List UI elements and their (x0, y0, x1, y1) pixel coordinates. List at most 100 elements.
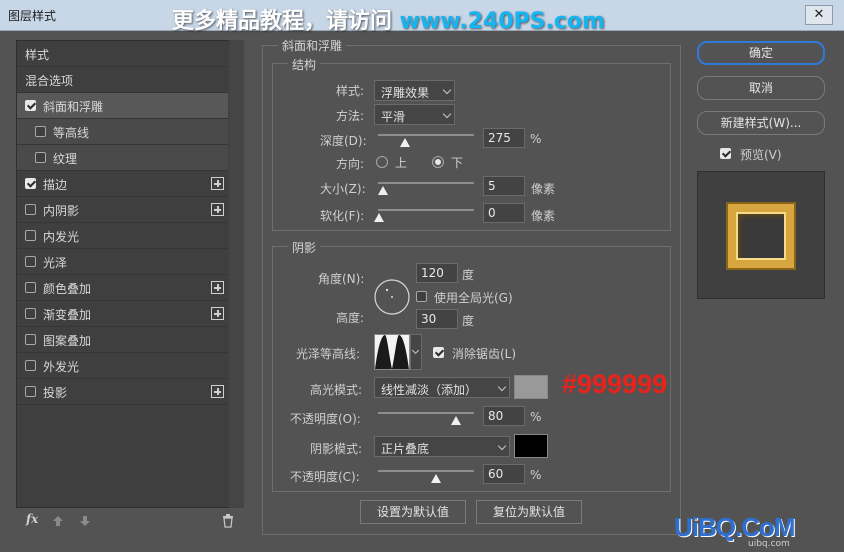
add-icon[interactable] (211, 281, 224, 294)
sidebar-item[interactable]: 投影 (17, 379, 228, 405)
size-slider[interactable] (378, 182, 474, 184)
chevron-down-icon (442, 109, 452, 119)
sidebar-item-checkbox[interactable] (25, 100, 36, 111)
sidebar-item-checkbox[interactable] (25, 256, 36, 267)
add-icon[interactable] (211, 385, 224, 398)
watermark-sub: uibq.com (748, 539, 790, 549)
soften-label: 软化(F): (320, 209, 365, 223)
sidebar-item[interactable]: 内发光 (17, 223, 228, 249)
sidebar-item-checkbox[interactable] (25, 386, 36, 397)
altitude-input[interactable]: 30 (416, 309, 458, 329)
highlight-mode-label: 高光模式: (310, 383, 363, 397)
sidebar-item[interactable]: 纹理 (17, 145, 228, 171)
window-title: 图层样式 (8, 9, 57, 23)
add-icon[interactable] (211, 307, 224, 320)
technique-select[interactable]: 平滑 (374, 104, 455, 125)
size-input[interactable]: 5 (483, 176, 525, 196)
sidebar-item[interactable]: 内阴影 (17, 197, 228, 223)
banner-text: 更多精品教程，请访问 www.240PS.com (172, 9, 605, 34)
styles-toolbar: fx (16, 510, 244, 534)
preview-label: 预览(V) (740, 148, 782, 162)
depth-input[interactable]: 275 (483, 128, 525, 148)
add-icon[interactable] (211, 203, 224, 216)
styles-scrollbar[interactable] (229, 40, 244, 508)
sidebar-item-checkbox[interactable] (35, 126, 46, 137)
sidebar-item-checkbox[interactable] (25, 178, 36, 189)
trash-icon[interactable] (222, 514, 234, 528)
sidebar-item-checkbox[interactable] (25, 204, 36, 215)
shadow-opacity-unit: % (530, 468, 542, 482)
move-down-icon[interactable] (79, 515, 91, 527)
shadow-color-swatch[interactable] (514, 434, 548, 458)
sidebar-item[interactable]: 外发光 (17, 353, 228, 379)
direction-up-radio[interactable] (376, 156, 388, 168)
direction-down-label: 下 (451, 156, 464, 170)
global-light-checkbox[interactable] (416, 291, 427, 302)
sidebar-item[interactable]: 图案叠加 (17, 327, 228, 353)
sidebar-item-label: 光泽 (43, 256, 68, 270)
fx-icon[interactable]: fx (26, 512, 38, 526)
highlight-opacity-input[interactable]: 80 (483, 406, 525, 426)
banner-url: www.240PS.com (399, 9, 605, 34)
chevron-down-icon (442, 85, 452, 95)
styles-list: 样式 混合选项 斜面和浮雕 等高线 纹理描边内阴影内发光光泽颜色叠加 渐变叠加 图案叠加… (16, 40, 244, 508)
add-icon[interactable] (211, 177, 224, 190)
gloss-contour-preview[interactable] (374, 334, 410, 370)
highlight-color-swatch[interactable] (514, 375, 548, 399)
sidebar-item[interactable]: 斜面和浮雕 (17, 93, 228, 119)
angle-dial[interactable] (373, 278, 411, 316)
direction-up-label: 上 (395, 156, 408, 170)
sidebar-item-checkbox[interactable] (25, 230, 36, 241)
close-button[interactable]: ✕ (805, 5, 833, 25)
highlight-opacity-unit: % (530, 410, 542, 424)
blending-options[interactable]: 混合选项 (17, 67, 228, 93)
move-up-icon[interactable] (52, 515, 64, 527)
sidebar-item-checkbox[interactable] (25, 282, 36, 293)
sidebar-item-checkbox[interactable] (35, 152, 46, 163)
preview-checkbox[interactable] (720, 148, 731, 159)
size-unit: 像素 (531, 182, 556, 196)
bevel-emboss-title: 斜面和浮雕 (278, 37, 347, 54)
reset-default-button[interactable]: 复位为默认值 (476, 500, 582, 524)
soften-slider[interactable] (378, 209, 474, 211)
ok-button[interactable]: 确定 (697, 41, 825, 65)
depth-slider-knob[interactable] (400, 138, 410, 147)
highlight-opacity-knob[interactable] (451, 416, 461, 425)
chevron-down-icon (497, 382, 507, 392)
sidebar-item[interactable]: 渐变叠加 (17, 301, 228, 327)
sidebar-item-checkbox[interactable] (25, 308, 36, 319)
shadow-opacity-knob[interactable] (431, 474, 441, 483)
contour-curve-icon (375, 335, 409, 369)
shadow-mode-select[interactable]: 正片叠底 (374, 436, 510, 457)
close-icon: ✕ (813, 7, 825, 22)
gloss-contour-dropdown[interactable] (410, 334, 422, 370)
sidebar-item[interactable]: 光泽 (17, 249, 228, 275)
altitude-label: 高度: (336, 311, 365, 325)
depth-slider[interactable] (378, 134, 474, 136)
shadow-opacity-input[interactable]: 60 (483, 464, 525, 484)
highlight-mode-select[interactable]: 线性减淡（添加） (374, 377, 510, 398)
chevron-down-icon (497, 441, 507, 451)
cancel-button[interactable]: 取消 (697, 76, 825, 100)
angle-input[interactable]: 120 (416, 263, 458, 283)
make-default-button[interactable]: 设置为默认值 (360, 500, 466, 524)
styles-header[interactable]: 样式 (17, 41, 228, 67)
highlight-opacity-slider[interactable] (378, 412, 474, 414)
direction-down-radio[interactable] (432, 156, 444, 168)
new-style-button[interactable]: 新建样式(W)... (697, 111, 825, 135)
altitude-unit: 度 (462, 314, 475, 328)
sidebar-item[interactable]: 颜色叠加 (17, 275, 228, 301)
soften-slider-knob[interactable] (374, 213, 384, 222)
sidebar-item[interactable]: 等高线 (17, 119, 228, 145)
sidebar-item-checkbox[interactable] (25, 360, 36, 371)
sidebar-item-label: 描边 (43, 178, 68, 192)
direction-label: 方向: (336, 157, 365, 171)
sidebar-item-checkbox[interactable] (25, 334, 36, 345)
antialias-checkbox[interactable] (433, 347, 444, 358)
size-slider-knob[interactable] (378, 186, 388, 195)
sidebar-item-label: 内发光 (43, 230, 80, 244)
soften-input[interactable]: 0 (483, 203, 525, 223)
sidebar-item[interactable]: 描边 (17, 171, 228, 197)
shadow-opacity-slider[interactable] (378, 470, 474, 472)
style-select[interactable]: 浮雕效果 (374, 80, 455, 101)
